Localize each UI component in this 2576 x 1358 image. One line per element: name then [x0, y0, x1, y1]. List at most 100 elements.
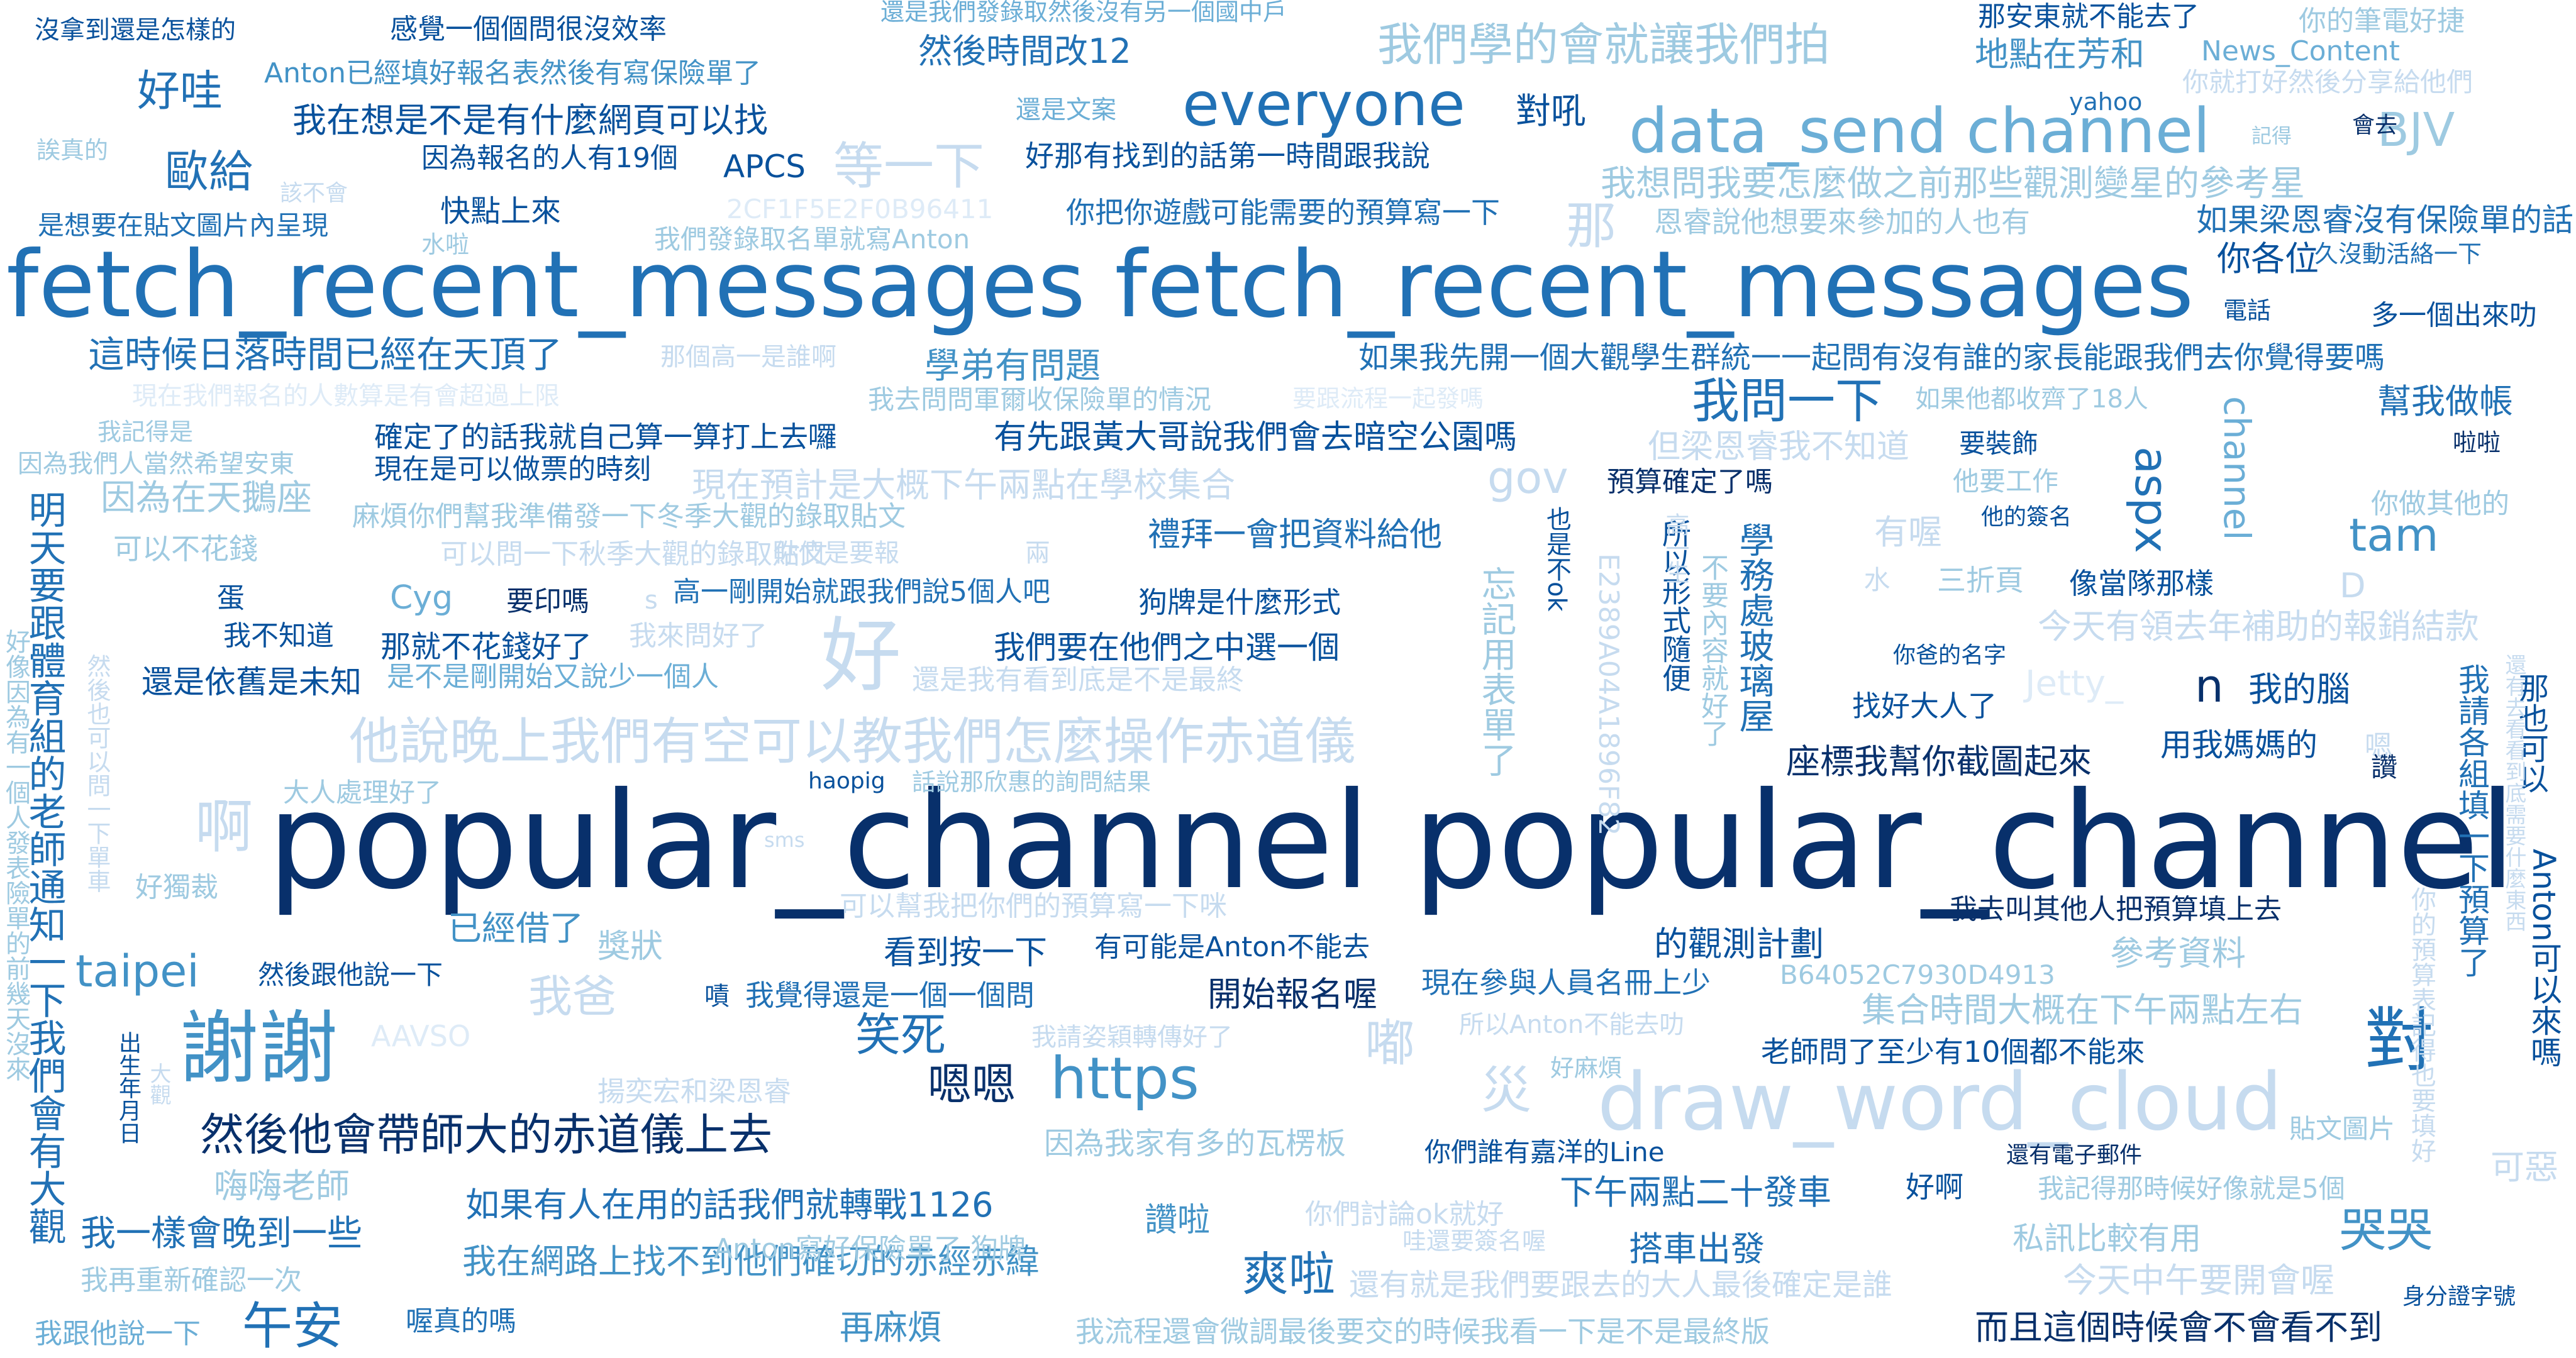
word: fetch_recent_messages fetch_recent_messa… [6, 231, 2194, 338]
word: 身分證字號 [2402, 1284, 2516, 1310]
word: 已經借了 [448, 908, 584, 948]
word: 快點上來 [440, 194, 562, 229]
word: 還是我們發錄取然後沒有另一個國中戶 [880, 0, 1287, 26]
word: 然後跟他說一下 [258, 959, 443, 990]
word: 你的筆電好捷 [2299, 5, 2465, 37]
word: haopig [808, 768, 886, 794]
word: 我爸 [528, 971, 616, 1022]
word: Anton寫好保險單了 狗牌 [714, 1233, 1026, 1265]
word: 是不是剛開始又說少一個人 [387, 661, 719, 693]
word: gov [1487, 452, 1568, 504]
word: 忘記用表單了 [1475, 566, 1516, 777]
word: 蛋 [217, 582, 245, 614]
word: 可惡 [2490, 1147, 2558, 1187]
word: 而且這個時候會不會看不到 [1975, 1308, 2382, 1347]
word: 用我媽媽的 [2160, 727, 2318, 763]
word: 他說晚上我們有空可以教我們怎麼操作赤道儀 [349, 712, 1355, 771]
word: 你就打好然後分享給他們 [2182, 67, 2473, 97]
word: B64052C7930D4913 [1780, 959, 2055, 990]
word: 獎狀 [597, 928, 663, 966]
word: 話說那欣惠的詢問結果 [912, 768, 1152, 796]
word: 狗牌是什麼形式 [1138, 585, 1341, 619]
word: 開始報名喔 [1208, 974, 1377, 1014]
word: 你們是要報 [774, 539, 899, 568]
word: 確定了的話我就自己算一算打上去囉 [374, 420, 837, 454]
word: 我去問問軍爾收保險單的情況 [868, 384, 1212, 415]
word: 禮拜一會把資料給他 [1148, 516, 1443, 554]
word: 座標我幫你截圖起來 [1786, 742, 2092, 781]
word: 他要工作 [1953, 466, 2059, 497]
word: News_Content [2201, 35, 2400, 67]
word: 因為報名的人有19個 [421, 142, 678, 174]
word: 等一下 [833, 137, 984, 196]
word: 好像因為有一個人發表險單的前幾天沒來 [1, 629, 30, 1081]
word: Jetty_ [2025, 663, 2124, 704]
word: 如果梁恩睿沒有保險單的話 [2196, 202, 2573, 238]
word: 麻煩你們幫我準備發一下冬季大觀的錄取貼文 [352, 500, 906, 533]
word: 那安東就不能去了 [1978, 1, 2199, 33]
word: 你們討論ok就好 [1305, 1198, 1504, 1230]
word: E2389A04A1896F82 [1592, 553, 1624, 836]
word: 那就不花錢好了 [380, 629, 592, 665]
word: tam [2349, 509, 2439, 561]
word: 現在參與人員名冊上少 [1421, 966, 1711, 1000]
word: 該不會 [280, 180, 348, 206]
word: 恩睿說他想要來參加的人也有 [1654, 205, 2030, 239]
word: Anton可以來嗎 [2526, 849, 2562, 1068]
word: 好哇 [137, 67, 223, 116]
word: 今天中午要開會喔 [2063, 1261, 2334, 1300]
word: 久沒動活絡一下 [2314, 240, 2482, 268]
word: 多一個出來叻 [2371, 299, 2537, 331]
word: 我不知道 [223, 620, 334, 652]
word: 哭哭 [2340, 1203, 2433, 1257]
word: 那 [1566, 197, 1616, 255]
word: 我想問我要怎麼做之前那些觀測變星的參考星 [1601, 163, 2305, 204]
word: aspx [2125, 446, 2178, 553]
word: 會去 [2352, 113, 2398, 138]
word: 你各位 [2217, 239, 2319, 279]
word: 然後時間改12 [918, 31, 1131, 71]
word: 現在我們報名的人數算是有會超過上限 [132, 382, 560, 411]
word: 2CF1F5E2F0B96411 [726, 194, 994, 224]
word: 也是不ok [1542, 506, 1571, 612]
word: 我的腦 [2248, 670, 2350, 709]
word: yahoo [2069, 88, 2143, 116]
word: 爽啦 [1242, 1247, 1335, 1301]
word: 笑死 [855, 1008, 947, 1061]
word: 不要內容就好了 [1696, 553, 1728, 747]
word: 幫我做帳 [2377, 382, 2513, 421]
word: 歐給 [165, 146, 253, 197]
word: 然後他會帶師大的赤道儀上去 [200, 1109, 772, 1161]
word: 高一剛開始就跟我們說5個人吧 [673, 576, 1050, 608]
word: 所以Anton不能去叻 [1459, 1010, 1685, 1039]
word: 你的預算表記得也要填好 [2407, 886, 2436, 1163]
word: 我來問好了 [629, 620, 767, 652]
word: 你把你遊戲可能需要的預算寫一下 [1066, 196, 1500, 229]
word: 我跟他說一下 [35, 1318, 201, 1350]
word: 好麻煩 [1550, 1054, 1623, 1082]
word: 可以問一下秋季大觀的錄取貼文 [440, 538, 828, 570]
word: 還有去看看到底需要什麼東西 [2501, 654, 2526, 932]
word: 再麻煩 [840, 1308, 941, 1347]
word: 我在想是不是有什麼網頁可以找 [292, 101, 768, 140]
word: 高一生 [1662, 512, 1689, 584]
word: 謝謝 [179, 1002, 338, 1095]
word: Cyg [390, 579, 453, 617]
word: 老師問了至少有10個都不能來 [1761, 1035, 2145, 1069]
word: 像當隊那樣 [2069, 566, 2214, 600]
word: 讚 [2371, 752, 2398, 783]
word: 今天有領去年補助的報銷結款 [2038, 607, 2479, 646]
word: 有可能是Anton不能去 [1094, 931, 1370, 963]
word: 我請各組填一下預算了 [2453, 663, 2490, 978]
word: 因為我家有多的瓦楞板 [1044, 1126, 1346, 1161]
word: 大人處理好了 [283, 777, 442, 808]
word: 啊 [195, 793, 253, 861]
word: 有喔 [1874, 512, 1942, 552]
word: 要印嗎 [506, 585, 589, 617]
word: 如果他都收齊了18人 [1915, 385, 2148, 414]
word: 我去叫其他人把預算填上去 [1950, 893, 2282, 925]
word: 因為在天鵝座 [101, 478, 312, 519]
word-cloud: popular_channel popular_channel fetch_re… [0, 0, 2576, 1358]
word: 你爸的名字 [1893, 643, 2007, 668]
word: 我記得那時候好像就是5個 [2038, 1173, 2345, 1204]
